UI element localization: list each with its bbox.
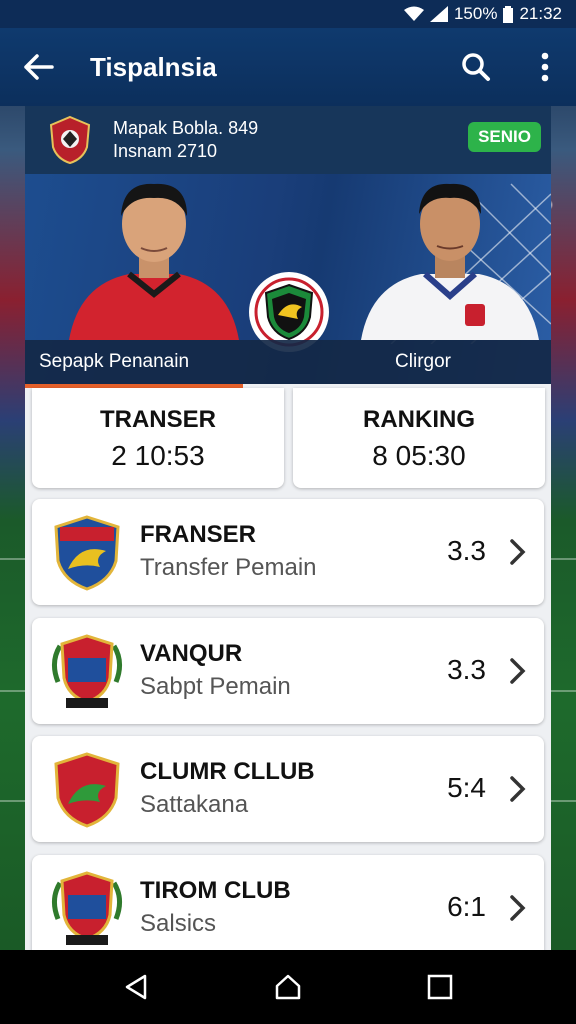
club-crest-icon	[49, 115, 91, 165]
page-title: Tispalnsia	[90, 51, 217, 82]
club-score: 5:4	[447, 772, 486, 803]
chevron-right-icon	[510, 539, 526, 565]
stat-card-ranking[interactable]: RANKING 8 05:30	[293, 388, 545, 488]
arrow-left-icon	[24, 54, 54, 80]
match-header[interactable]: Mapak Bobla. 849 Insnam 2710 SENIO	[25, 106, 551, 174]
app-bar: Tispalnsia	[0, 28, 576, 106]
club-subtitle: Salsics	[140, 910, 217, 937]
club-name: FRANSER	[140, 521, 257, 548]
club-subtitle: Sattakana	[140, 791, 249, 818]
club-name: TIROM CLUB	[140, 877, 291, 904]
status-bar: 150% 21:32	[0, 0, 576, 28]
club-score: 3.3	[447, 535, 486, 566]
overflow-menu-button[interactable]	[514, 28, 576, 106]
stat-label: TRANSER	[99, 406, 216, 433]
club-crest-icon	[52, 634, 122, 708]
club-name: CLUMR CLLUB	[140, 758, 315, 785]
player-right-name: Clirgor	[395, 351, 451, 372]
list-item[interactable]: CLUMR CLLUB Sattakana 5:4	[32, 736, 544, 842]
club-crest-icon	[54, 515, 120, 591]
stat-value: 2 10:53	[111, 440, 205, 471]
stat-label: RANKING	[363, 406, 475, 433]
club-crest-icon	[52, 871, 122, 945]
match-info: Mapak Bobla. 849 Insnam 2710	[113, 117, 258, 163]
club-crest-icon	[54, 752, 120, 828]
signal-icon	[429, 6, 448, 22]
list-item[interactable]: TIROM CLUB Salsics 6:1	[32, 855, 544, 961]
club-subtitle: Transfer Pemain	[140, 554, 317, 581]
status-badge: SENIO	[468, 122, 541, 152]
match-line-2: Insnam 2710	[113, 141, 218, 161]
nav-back-icon[interactable]	[121, 972, 151, 1002]
wifi-icon	[403, 6, 424, 21]
player-right-image	[361, 183, 539, 340]
nav-recents-icon[interactable]	[425, 972, 455, 1002]
back-button[interactable]	[0, 28, 78, 106]
club-score: 6:1	[447, 891, 486, 922]
stat-card-transfer[interactable]: TRANSER 2 10:53	[32, 388, 284, 488]
nav-home-icon[interactable]	[273, 972, 303, 1002]
search-button[interactable]	[438, 28, 514, 106]
battery-level: 150%	[453, 4, 498, 23]
match-hero-banner[interactable]: Sepapk Penanain Clirgor	[25, 174, 551, 384]
chevron-right-icon	[510, 776, 526, 802]
battery-icon	[503, 5, 514, 23]
club-crest-icon	[254, 277, 324, 347]
club-subtitle: Sabpt Pemain	[140, 673, 291, 700]
match-line-1: Mapak Bobla. 849	[113, 118, 259, 138]
list-item[interactable]: VANQUR Sabpt Pemain 3.3	[32, 618, 544, 724]
player-left-name: Sepapk Penanain	[39, 351, 190, 372]
system-navigation-bar	[0, 950, 576, 1024]
club-name: VANQUR	[140, 640, 243, 667]
stat-value: 8 05:30	[372, 440, 466, 471]
player-names-bar: Sepapk Penanain Clirgor	[25, 340, 551, 384]
chevron-right-icon	[510, 895, 526, 921]
more-vertical-icon	[541, 52, 549, 82]
content-panel: Mapak Bobla. 849 Insnam 2710 SENIO Sepap…	[25, 106, 551, 961]
chevron-right-icon	[510, 658, 526, 684]
player-left-image	[69, 183, 239, 340]
club-score: 3.3	[447, 654, 486, 685]
search-icon	[462, 53, 490, 81]
clock: 21:32	[519, 4, 562, 23]
list-item[interactable]: FRANSER Transfer Pemain 3.3	[32, 499, 544, 605]
